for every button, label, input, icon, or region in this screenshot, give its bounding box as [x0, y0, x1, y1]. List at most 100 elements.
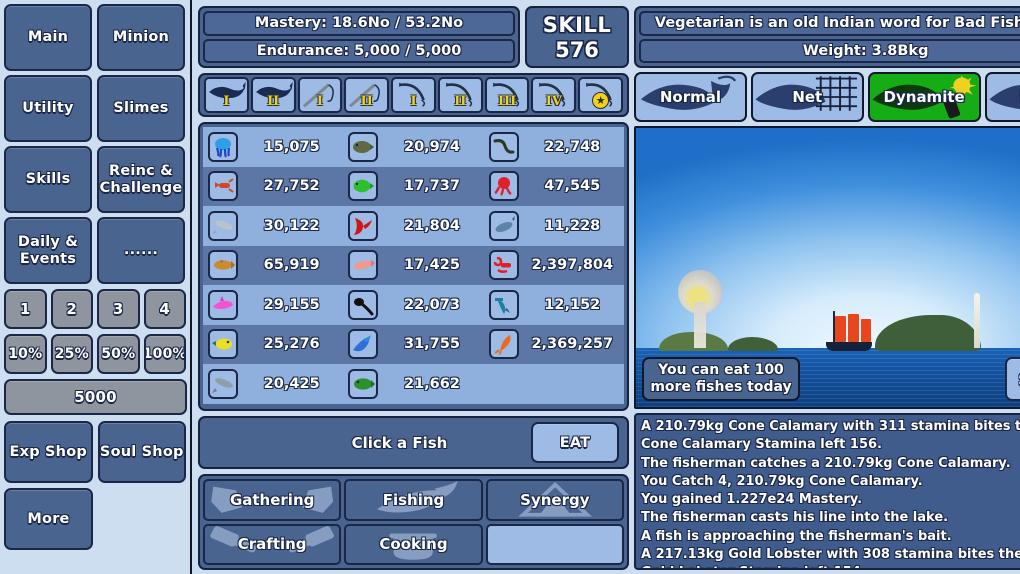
mode-normal[interactable]: Normal	[634, 72, 747, 122]
jellyfish-icon[interactable]	[208, 131, 238, 162]
fish-cell[interactable]: 2,369,257	[484, 329, 624, 360]
tagline-text: Vegetarian is an old Indian word for Bad…	[654, 15, 1020, 32]
log-line: A 217.13kg Gold Lobster with 308 stamina…	[641, 547, 1020, 563]
rod-slot-bent-3[interactable]: III	[484, 77, 530, 113]
table-row: 20,425 21,662	[203, 364, 624, 404]
crayfish-icon[interactable]	[208, 171, 238, 202]
fish-cell[interactable]: 15,075	[203, 131, 343, 162]
yellow-tang-icon[interactable]	[208, 329, 238, 360]
green-bass-icon[interactable]	[348, 368, 379, 399]
tab-synergy[interactable]: Synergy	[485, 479, 624, 521]
sidebar-item-minion[interactable]: Minion	[97, 4, 185, 71]
tab-label: Crafting	[237, 535, 307, 554]
fish-cell[interactable]: 27,752	[203, 171, 343, 202]
soul-shop-button[interactable]: Soul Shop	[97, 421, 186, 483]
orange-squid-icon[interactable]	[488, 329, 519, 360]
silver-fish-icon[interactable]	[208, 210, 238, 241]
fish-cell[interactable]: 22,073	[343, 289, 483, 320]
rod-slot-bent-4[interactable]: IV	[531, 77, 577, 113]
quantity-label: 4	[159, 300, 171, 318]
eat-button[interactable]: EAT	[531, 422, 619, 463]
red-octopus-icon[interactable]	[488, 171, 519, 202]
black-tadpole-icon[interactable]	[348, 289, 379, 320]
fish-cell[interactable]: 31,755	[343, 329, 483, 360]
fish-cell[interactable]: 22,748	[484, 131, 624, 162]
tagline-banner: Vegetarian is an old Indian word for Bad…	[639, 11, 1020, 36]
sidebar-item-more-dots[interactable]: ......	[97, 217, 185, 284]
fish-cell[interactable]: 30,122	[203, 210, 343, 241]
sidebar-item-label: Skills	[25, 171, 71, 188]
rod-slot-star[interactable]: ★	[578, 77, 624, 113]
more-button[interactable]: More	[4, 488, 93, 550]
blue-marlin-icon[interactable]	[348, 329, 379, 360]
event-log[interactable]: A 210.79kg Cone Calamary with 311 stamin…	[634, 413, 1020, 570]
log-line: A fish is approaching the fisherman's ba…	[641, 528, 952, 544]
sidebar-item-reinc-challenge[interactable]: Reinc & Challenge	[97, 146, 185, 213]
start-button[interactable]: START	[1005, 357, 1020, 401]
sidebar-item-slimes[interactable]: Slimes	[97, 75, 185, 142]
red-ray-icon[interactable]	[348, 210, 379, 241]
fish-count: 2,397,804	[531, 257, 614, 274]
rod-slot-pole-2[interactable]: II	[344, 77, 390, 113]
eel-icon[interactable]	[488, 131, 519, 162]
grey-pike-icon[interactable]	[208, 368, 238, 399]
sidebar-item-skills[interactable]: Skills	[4, 146, 92, 213]
rod-slot-bent-1[interactable]: I	[391, 77, 436, 113]
stat-header: Mastery: 18.6No / 53.2No Endurance: 5,00…	[198, 6, 629, 68]
salmon-icon[interactable]	[348, 250, 379, 281]
fish-cell[interactable]: 17,737	[343, 171, 483, 202]
mode-dynamite[interactable]: Dynamite	[867, 72, 981, 122]
amount-button[interactable]: 5000	[4, 379, 187, 415]
fish-cell[interactable]: 25,276	[203, 329, 343, 360]
sidebar-item-utility[interactable]: Utility	[4, 75, 92, 142]
fish-cell[interactable]: 21,662	[343, 368, 483, 399]
endurance-value: Endurance: 5,000 / 5,000	[256, 42, 462, 59]
sidebar-item-label: Main	[27, 29, 69, 46]
tuna-icon[interactable]	[488, 210, 519, 241]
green-fish-icon[interactable]	[348, 171, 379, 202]
percent-button-10[interactable]: 10%	[4, 334, 47, 374]
quantity-button-2[interactable]: 2	[50, 289, 93, 329]
rod-slot-bent-2[interactable]: II	[437, 77, 483, 113]
fish-cell[interactable]: 11,228	[484, 210, 624, 241]
percent-button-100[interactable]: 100%	[143, 334, 186, 374]
pink-dolphin-icon[interactable]	[208, 289, 238, 320]
fish-cell[interactable]: 20,425	[203, 368, 343, 399]
fish-count: 27,752	[263, 178, 320, 195]
tab-crafting[interactable]: Crafting	[203, 523, 342, 565]
quantity-button-3[interactable]: 3	[97, 289, 140, 329]
more-label: More	[27, 511, 70, 527]
quantity-button-4[interactable]: 4	[143, 289, 186, 329]
rod-tier-label: II	[360, 94, 373, 109]
fish-cell[interactable]: 12,152	[484, 289, 624, 320]
rod-slot-pole-1[interactable]: I	[297, 77, 343, 113]
tab-gathering[interactable]: Gathering	[203, 479, 342, 521]
percent-button-25[interactable]: 25%	[50, 334, 93, 374]
fish-cell[interactable]: 21,804	[343, 210, 483, 241]
golden-trout-icon[interactable]	[208, 250, 238, 281]
mode-nuke[interactable]: Nuke	[984, 72, 1020, 122]
sidebar-item-daily-events[interactable]: Daily & Events	[4, 217, 92, 284]
info-header-panel: Vegetarian is an old Indian word for Bad…	[634, 6, 1020, 68]
tab-empty[interactable]	[485, 523, 624, 565]
sidebar-item-main[interactable]: Main	[4, 4, 92, 71]
fish-cell[interactable]: 17,425	[343, 250, 483, 281]
fish-cell[interactable]: 47,545	[484, 171, 624, 202]
tab-fishing[interactable]: Fishing	[344, 479, 483, 521]
fish-cell[interactable]: 20,974	[343, 131, 483, 162]
red-lobster-icon[interactable]	[488, 250, 519, 281]
table-row: 27,752 17,737 47,545	[203, 166, 624, 206]
mode-net[interactable]: Net	[750, 72, 864, 122]
exp-shop-button[interactable]: Exp Shop	[4, 421, 93, 483]
fish-cell[interactable]: 29,155	[203, 289, 343, 320]
fish-cell[interactable]: 2,397,804	[484, 250, 624, 281]
flounder-icon[interactable]	[348, 131, 379, 162]
quantity-button-1[interactable]: 1	[4, 289, 47, 329]
tab-cooking[interactable]: Cooking	[344, 523, 483, 565]
fish-cell[interactable]: 65,919	[203, 250, 343, 281]
percent-button-50[interactable]: 50%	[97, 334, 140, 374]
rod-slot-whale-2[interactable]: II	[250, 77, 296, 113]
blue-hammerhead-icon[interactable]	[488, 289, 519, 320]
table-row: 65,919 17,425 2,397,804	[203, 245, 624, 285]
rod-slot-whale-1[interactable]: I	[204, 77, 249, 113]
